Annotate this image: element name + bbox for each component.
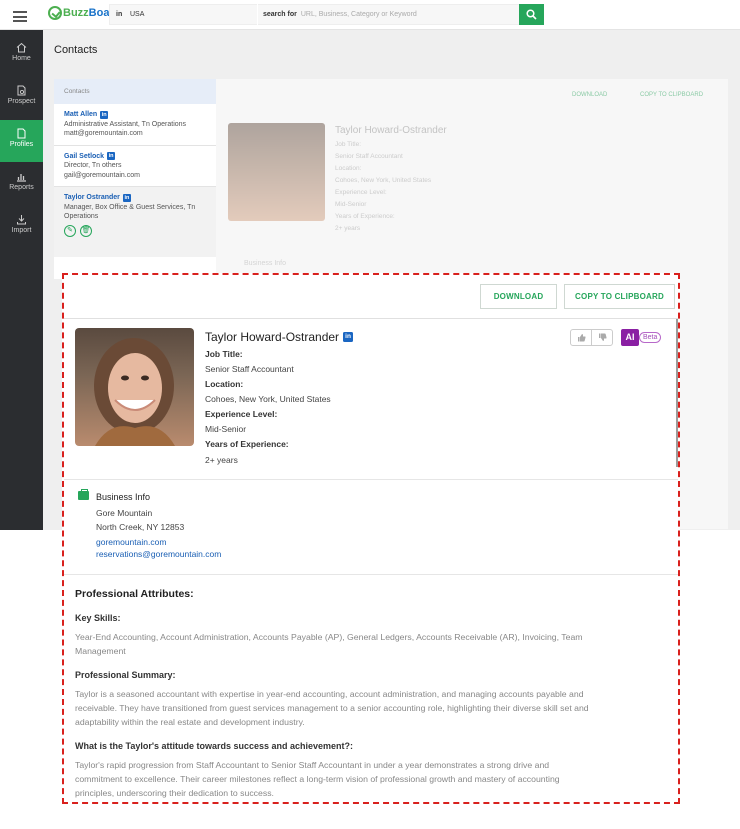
menu-icon[interactable] <box>13 11 27 25</box>
linkedin-icon[interactable]: in <box>107 152 116 161</box>
top-bar: Buzz Board in USA search for URL, Busines… <box>0 0 740 30</box>
business-info-title: Business Info <box>96 492 151 502</box>
beta-badge: Beta <box>639 332 662 343</box>
professional-summary-label: Professional Summary: <box>75 670 176 680</box>
contact-item-selected[interactable]: Taylor Ostrander in Manager, Box Office &… <box>54 187 216 257</box>
experience-label: Experience Level: <box>205 409 278 419</box>
thumbs-down-icon[interactable] <box>592 330 612 345</box>
profile-photo-faded <box>228 123 325 221</box>
attitude-label: What is the Taylor's attitude towards su… <box>75 741 354 751</box>
search-for-label: search for <box>263 11 297 18</box>
contact-item[interactable]: Gail Setlock in Director, Tn others gail@… <box>54 146 216 187</box>
business-email-link[interactable]: reservations@goremountain.com <box>96 549 221 559</box>
zoomed-profile-card: DOWNLOAD COPY TO CLIPBOARD Taylor Howard… <box>62 273 680 804</box>
briefcase-icon <box>78 489 89 500</box>
linkedin-icon[interactable]: in <box>122 193 131 202</box>
profile-photo <box>75 328 194 446</box>
linkedin-icon[interactable]: in <box>100 110 109 119</box>
copy-to-clipboard-button[interactable]: COPY TO CLIPBOARD <box>564 284 675 309</box>
professional-summary-text: Taylor is a seasoned accountant with exp… <box>75 689 589 727</box>
sidebar: Home Prospect Profiles Reports Import <box>0 30 43 530</box>
prospect-icon <box>17 85 26 96</box>
experience-value: Mid-Senior <box>205 424 247 434</box>
sidebar-item-import[interactable]: Import <box>0 206 43 248</box>
business-address: North Creek, NY 12853 <box>96 522 185 532</box>
job-title-value: Senior Staff Accountant <box>205 364 294 374</box>
key-skills-text: Year-End Accounting, Account Administrat… <box>75 632 583 656</box>
linkedin-icon[interactable]: in <box>343 332 354 342</box>
sidebar-item-prospect[interactable]: Prospect <box>0 77 43 119</box>
ai-badge[interactable]: AI <box>621 329 639 346</box>
business-website-link[interactable]: goremountain.com <box>96 537 166 547</box>
key-skills-label: Key Skills: <box>75 613 121 623</box>
profile-photo-image <box>94 338 175 446</box>
search-button[interactable] <box>519 4 544 25</box>
page-title: Contacts <box>54 44 98 56</box>
years-label: Years of Experience: <box>205 439 289 449</box>
search-icon <box>526 9 537 20</box>
delete-icon[interactable]: 🗑 <box>80 224 92 237</box>
sidebar-item-profiles[interactable]: Profiles <box>0 120 43 162</box>
search-input[interactable]: URL, Business, Category or Keyword <box>301 11 417 18</box>
location-input[interactable]: USA <box>130 11 257 18</box>
logo-check-icon <box>48 6 62 20</box>
attitude-text: Taylor's rapid progression from Staff Ac… <box>75 760 560 798</box>
business-name: Gore Mountain <box>96 508 153 518</box>
contacts-panel: Contacts Matt Allen in Administrative Ass… <box>54 79 216 279</box>
home-icon <box>16 42 27 53</box>
location-value: Cohoes, New York, United States <box>205 394 331 404</box>
sidebar-item-reports[interactable]: Reports <box>0 163 43 205</box>
download-button[interactable]: DOWNLOAD <box>480 284 557 309</box>
scrollbar[interactable] <box>676 319 678 467</box>
professional-attributes-title: Professional Attributes: <box>75 588 194 600</box>
reports-icon <box>17 174 26 182</box>
search-bar: in USA search for URL, Business, Categor… <box>109 4 520 25</box>
profiles-icon <box>17 128 26 139</box>
contacts-header: Contacts <box>54 79 216 104</box>
sidebar-item-home[interactable]: Home <box>0 34 43 76</box>
contact-item[interactable]: Matt Allen in Administrative Assistant, T… <box>54 104 216 146</box>
job-title-label: Job Title: <box>205 349 243 359</box>
years-value: 2+ years <box>205 455 238 465</box>
feedback-buttons <box>570 329 613 346</box>
thumbs-up-icon[interactable] <box>571 330 592 345</box>
location-label: Location: <box>205 379 244 389</box>
in-label: in <box>116 11 123 18</box>
profile-name: Taylor Howard-Ostrander in <box>205 330 354 344</box>
import-icon <box>17 215 26 225</box>
edit-icon[interactable]: ✎ <box>64 224 76 237</box>
